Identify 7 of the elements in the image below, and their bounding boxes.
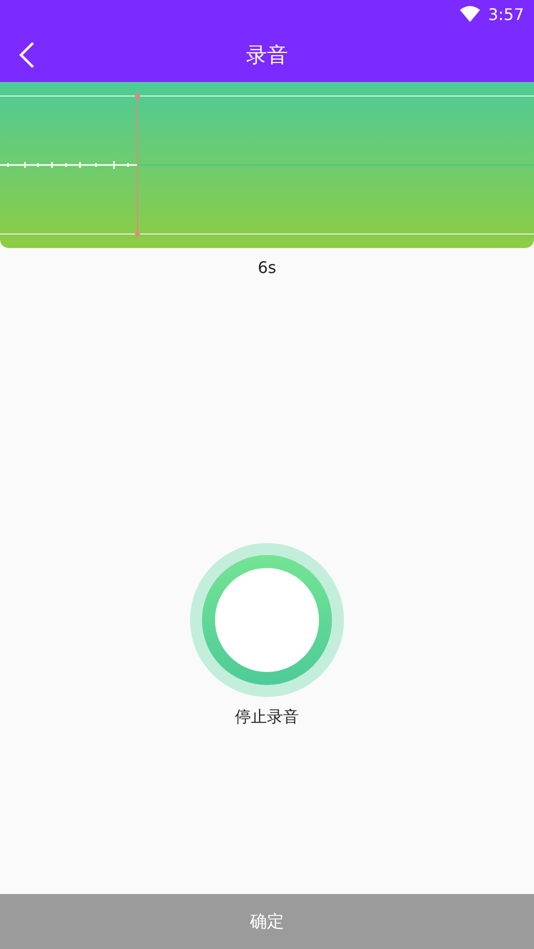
- wifi-icon: [460, 6, 480, 22]
- duration-label: 6s: [258, 258, 276, 277]
- record-action-label: 停止录音: [235, 707, 299, 728]
- status-time: 3:57: [488, 4, 524, 24]
- back-button[interactable]: [18, 41, 36, 69]
- page-title: 录音: [246, 43, 288, 67]
- confirm-button[interactable]: 确定: [0, 894, 534, 949]
